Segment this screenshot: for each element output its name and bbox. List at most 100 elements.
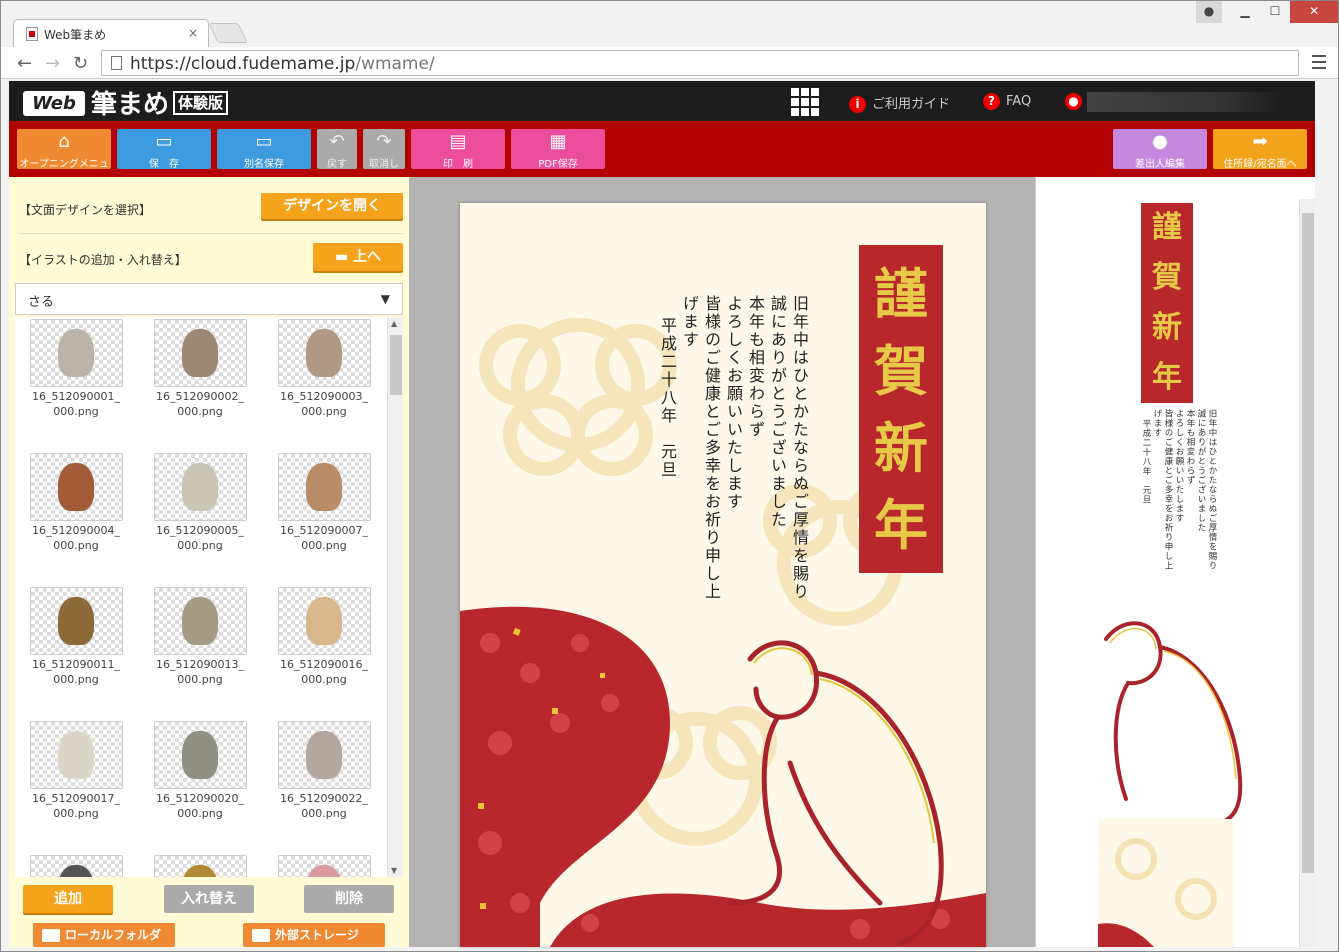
close-window-button[interactable]: ✕: [1290, 1, 1338, 23]
replace-button[interactable]: 入れ替え: [164, 885, 254, 913]
up-label: 上へ: [353, 249, 382, 265]
gallery-thumbnail: [153, 453, 247, 521]
greeting-line: 旧年中はひとかたならぬご厚情を賜り: [790, 295, 809, 601]
gallery-filename: 16_512090022_000.png: [280, 792, 368, 820]
person-icon: ●: [1152, 131, 1168, 152]
gallery-item[interactable]: 16_512090020_000.png: [141, 721, 259, 853]
delete-button[interactable]: 削除: [304, 885, 394, 913]
gallery-thumbnail: [29, 721, 123, 789]
scroll-down-icon[interactable]: ▼: [391, 866, 397, 875]
monkey-illustration: [306, 865, 342, 877]
gallery-item[interactable]: [17, 855, 135, 877]
redo-icon: ↷: [376, 131, 392, 152]
gallery-item[interactable]: 16_512090016_000.png: [265, 587, 383, 719]
info-icon: i: [849, 96, 866, 113]
reload-icon[interactable]: ↻: [73, 53, 88, 74]
address-bar[interactable]: https://cloud.fudemame.jp/wmame/: [101, 50, 1299, 76]
new-year-card[interactable]: 謹 賀 新 年 旧年中はひとかたならぬご厚情を賜り 誠にありがとうございました …: [460, 203, 986, 947]
profile-icon[interactable]: ●: [1196, 1, 1222, 23]
monkey-illustration: [182, 865, 218, 877]
guide-link[interactable]: i ご利用ガイド: [849, 93, 950, 113]
user-icon: ●: [1065, 93, 1082, 110]
minimize-button[interactable]: ▁: [1230, 1, 1260, 23]
apps-grid-icon[interactable]: [791, 88, 819, 116]
faq-link[interactable]: ? FAQ: [983, 93, 1031, 110]
save-button[interactable]: ▭ 保 存: [117, 129, 211, 170]
card-preview-panel: 謹 賀 新 年 旧年中はひとかたならぬご厚情を賜り 誠にありがとうございました …: [1035, 177, 1315, 947]
gallery-item[interactable]: 16_512090013_000.png: [141, 587, 259, 719]
browser-tab[interactable]: Web筆まめ ×: [13, 19, 209, 47]
illust-section-label: 【イラストの追加・入れ替え】: [19, 253, 187, 267]
gallery-item[interactable]: 16_512090003_000.png: [265, 319, 383, 451]
print-button[interactable]: ▤ 印 刷: [411, 129, 505, 170]
gallery-item[interactable]: 16_512090005_000.png: [141, 453, 259, 585]
title-char: 謹: [874, 261, 928, 326]
gallery-item[interactable]: 16_512090001_000.png: [17, 319, 135, 451]
gallery-thumbnail: [29, 453, 123, 521]
gallery-filename: 16_512090004_000.png: [32, 524, 120, 552]
help-icon: ?: [983, 93, 1000, 110]
gallery-thumbnail: [29, 855, 123, 877]
monkey-illustration: [58, 329, 94, 377]
print-label: 印 刷: [443, 159, 473, 170]
sender-edit-button[interactable]: ● 差出人編集: [1113, 129, 1207, 170]
account-link[interactable]: ●: [1065, 93, 1088, 110]
gallery-filename: 16_512090003_000.png: [280, 390, 368, 418]
gallery-item[interactable]: [265, 855, 383, 877]
monkey-illustration: [58, 731, 94, 779]
gallery-thumbnail: [277, 721, 371, 789]
pdf-save-button[interactable]: ▦ PDF保存: [511, 129, 605, 170]
open-design-button[interactable]: デザインを開く: [261, 193, 403, 219]
page-icon: [111, 56, 122, 70]
gallery-item[interactable]: [141, 855, 259, 877]
folder-up-button[interactable]: ▬ 上へ: [313, 243, 403, 271]
gallery-scrollbar[interactable]: ▲ ▼: [387, 317, 403, 877]
gallery-filename: 16_512090002_000.png: [156, 390, 244, 418]
undo-button[interactable]: ↶ 戻す: [317, 129, 357, 170]
opening-menu-button[interactable]: ⌂ オープニングメニュー: [17, 129, 111, 185]
gallery-item[interactable]: 16_512090007_000.png: [265, 453, 383, 585]
design-section-label: 【文面デザインを選択】: [19, 203, 152, 217]
redo-label: 取消し: [369, 159, 399, 170]
monkey-illustration: [182, 329, 218, 377]
tab-close-icon[interactable]: ×: [188, 26, 198, 40]
browser-menu-icon[interactable]: [1312, 55, 1326, 69]
scroll-up-icon[interactable]: ▲: [391, 319, 397, 328]
scroll-thumb[interactable]: [390, 335, 402, 395]
category-select[interactable]: さる ▼: [15, 283, 403, 315]
gallery-filename: 16_512090007_000.png: [280, 524, 368, 552]
back-arrow-icon[interactable]: ←: [17, 53, 32, 74]
new-tab-button[interactable]: [208, 23, 248, 43]
preview-area: 謹 賀 新 年 旧年中はひとかたならぬご厚情を賜り 誠にありがとうございました …: [1036, 199, 1300, 947]
address-screen-button[interactable]: ➡ 住所録/宛名面へ: [1213, 129, 1307, 170]
illustration-gallery: 16_512090001_000.png 16_512090002_000.pn…: [15, 317, 403, 877]
redo-button[interactable]: ↷ 取消し: [363, 129, 405, 170]
undo-icon: ↶: [329, 131, 345, 152]
gallery-thumbnail: [277, 319, 371, 387]
preview-scroll-thumb[interactable]: [1302, 213, 1314, 873]
chevron-down-icon: ▼: [380, 292, 390, 306]
preview-scrollbar[interactable]: [1299, 199, 1315, 947]
title-char: 賀: [874, 338, 928, 403]
gallery-item[interactable]: 16_512090011_000.png: [17, 587, 135, 719]
gallery-item[interactable]: 16_512090022_000.png: [265, 721, 383, 853]
browser-window: Web筆まめ × ● ▁ ☐ ✕ ← → ↻ https://cloud.fud…: [0, 0, 1339, 952]
sender-edit-label: 差出人編集: [1135, 159, 1185, 170]
gallery-item[interactable]: 16_512090002_000.png: [141, 319, 259, 451]
gallery-item[interactable]: 16_512090017_000.png: [17, 721, 135, 853]
greeting-line: 皆様のご健康とご多幸をお祈り申し上: [702, 295, 721, 601]
forward-arrow-icon[interactable]: →: [45, 53, 60, 74]
save-label: 保 存: [149, 159, 179, 170]
maximize-button[interactable]: ☐: [1260, 1, 1290, 23]
gallery-filename: 16_512090005_000.png: [156, 524, 244, 552]
tab-title: Web筆まめ: [44, 28, 107, 42]
external-storage-button[interactable]: 外部ストレージ: [243, 923, 385, 947]
local-folder-button[interactable]: ローカルフォルダ: [33, 923, 175, 947]
left-panel: 【文面デザインを選択】 デザインを開く 【イラストの追加・入れ替え】 ▬ 上へ …: [9, 177, 409, 947]
gallery-thumbnail: [277, 453, 371, 521]
add-button[interactable]: 追加: [23, 885, 113, 913]
app-header: Web 筆まめ 体験版 i ご利用ガイド ? FAQ ●: [9, 81, 1315, 121]
save-as-button[interactable]: ▭ 別名保存: [217, 129, 311, 170]
monkey-illustration: [306, 731, 342, 779]
gallery-item[interactable]: 16_512090004_000.png: [17, 453, 135, 585]
